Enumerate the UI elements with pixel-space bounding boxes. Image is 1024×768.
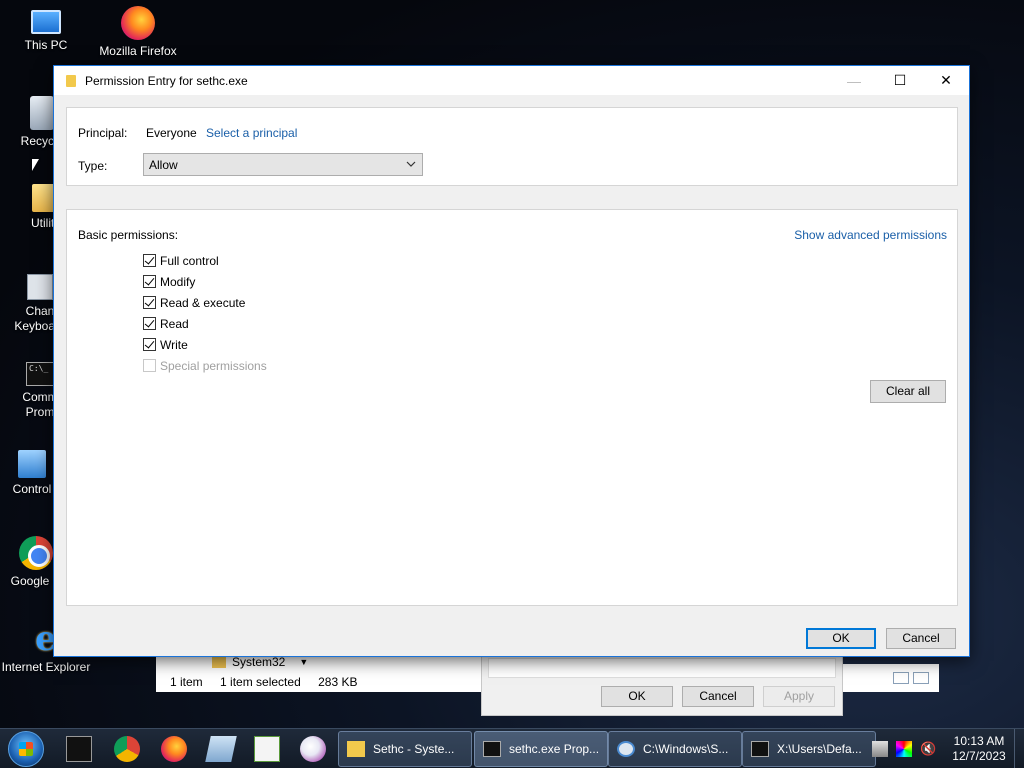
permission-label: Full control bbox=[160, 253, 219, 268]
clock-date: 12/7/2023 bbox=[952, 749, 1006, 763]
permission-label: Modify bbox=[160, 274, 196, 289]
taskbar-task-cmd[interactable]: X:\Users\Defa... bbox=[742, 731, 876, 767]
checkbox bbox=[143, 359, 156, 372]
status-selected: 1 item selected bbox=[220, 675, 301, 689]
settings-icon bbox=[27, 274, 53, 300]
taskbar-spreadsheet-icon[interactable] bbox=[254, 736, 280, 762]
background-ok-button[interactable]: OK bbox=[601, 686, 673, 707]
large-icons-view-icon[interactable] bbox=[913, 672, 929, 684]
clock[interactable]: 10:13 AM 12/7/2023 bbox=[944, 734, 1014, 764]
properties-field bbox=[488, 658, 836, 678]
permissions-list: Full control Modify Read & execute Read … bbox=[143, 250, 267, 376]
details-view-icon[interactable] bbox=[893, 672, 909, 684]
type-label: Type: bbox=[78, 159, 108, 173]
status-item-count: 1 item bbox=[170, 675, 203, 689]
checkbox[interactable] bbox=[143, 254, 156, 267]
permission-write[interactable]: Write bbox=[143, 334, 267, 355]
clear-all-button[interactable]: Clear all bbox=[870, 380, 946, 403]
desktop-icon-label: Mozilla Firefox bbox=[99, 44, 177, 58]
system-tray: 🔇 10:13 AM 12/7/2023 bbox=[872, 729, 1024, 768]
chrome-icon bbox=[19, 536, 53, 570]
permission-read[interactable]: Read bbox=[143, 313, 267, 334]
checkbox[interactable] bbox=[143, 338, 156, 351]
permission-full-control[interactable]: Full control bbox=[143, 250, 267, 271]
task-label: C:\Windows\S... bbox=[643, 742, 729, 756]
recycle-bin-icon bbox=[30, 96, 54, 130]
task-label: Sethc - Syste... bbox=[373, 742, 455, 756]
permission-read-execute[interactable]: Read & execute bbox=[143, 292, 267, 313]
type-dropdown[interactable]: Allow bbox=[143, 153, 423, 176]
permission-entry-dialog[interactable]: Permission Entry for sethc.exe — ☐ ✕ Pri… bbox=[53, 65, 970, 657]
computer-icon bbox=[31, 10, 61, 34]
title-bar[interactable]: Permission Entry for sethc.exe — ☐ ✕ bbox=[54, 66, 969, 95]
ok-button[interactable]: OK bbox=[806, 628, 876, 649]
permission-label: Write bbox=[160, 337, 188, 352]
desktop-icon-label: Internet Explorer bbox=[1, 660, 91, 674]
taskbar: Sethc - Syste... sethc.exe Prop... C:\Wi… bbox=[0, 728, 1024, 768]
desktop-icon-this-pc[interactable]: This PC bbox=[0, 6, 92, 53]
task-label: sethc.exe Prop... bbox=[509, 742, 600, 756]
display-icon[interactable] bbox=[896, 741, 912, 757]
window-controls: — ☐ ✕ bbox=[831, 66, 969, 95]
checkbox[interactable] bbox=[143, 317, 156, 330]
permissions-section: Basic permissions: Show advanced permiss… bbox=[66, 209, 958, 606]
status-size: 283 KB bbox=[318, 675, 358, 689]
taskbar-paint-icon[interactable] bbox=[300, 736, 326, 762]
firefox-icon bbox=[121, 6, 155, 40]
settings-icon bbox=[617, 741, 635, 757]
maximize-button[interactable]: ☐ bbox=[877, 66, 923, 95]
clock-time: 10:13 AM bbox=[953, 734, 1005, 748]
start-button[interactable] bbox=[8, 731, 44, 767]
permission-special: Special permissions bbox=[143, 355, 267, 376]
permission-modify[interactable]: Modify bbox=[143, 271, 267, 292]
taskbar-firefox-icon[interactable] bbox=[161, 736, 187, 762]
network-icon[interactable] bbox=[872, 741, 888, 757]
taskbar-task-explorer[interactable]: Sethc - Syste... bbox=[338, 731, 472, 767]
taskbar-task-properties[interactable]: sethc.exe Prop... bbox=[474, 731, 608, 767]
background-properties-window[interactable]: OK Cancel Apply bbox=[481, 655, 843, 716]
command-prompt-icon bbox=[751, 741, 769, 757]
folder-icon bbox=[347, 741, 365, 757]
command-prompt-icon bbox=[483, 741, 501, 757]
status-bar: 1 item 1 item selected 283 KB bbox=[170, 675, 371, 689]
taskbar-notepad-icon[interactable] bbox=[205, 736, 237, 762]
folder-icon bbox=[212, 656, 226, 668]
principal-value: Everyone bbox=[146, 126, 197, 140]
permission-label: Read & execute bbox=[160, 295, 246, 310]
volume-muted-icon[interactable]: 🔇 bbox=[920, 741, 936, 757]
minimize-button[interactable]: — bbox=[831, 66, 877, 95]
show-desktop-button[interactable] bbox=[1014, 729, 1024, 768]
show-advanced-permissions-link[interactable]: Show advanced permissions bbox=[794, 228, 947, 242]
taskbar-task-windows[interactable]: C:\Windows\S... bbox=[608, 731, 742, 767]
permission-label: Special permissions bbox=[160, 358, 267, 373]
basic-permissions-label: Basic permissions: bbox=[78, 228, 179, 242]
taskbar-command-prompt-icon[interactable] bbox=[66, 736, 92, 762]
command-prompt-icon: C:\_ bbox=[26, 362, 54, 386]
background-apply-button[interactable]: Apply bbox=[763, 686, 835, 707]
type-value: Allow bbox=[149, 157, 178, 172]
permission-label: Read bbox=[160, 316, 189, 331]
mouse-cursor-icon bbox=[32, 159, 39, 171]
desktop-icon-label: This PC bbox=[24, 38, 68, 52]
folder-icon bbox=[66, 74, 76, 87]
checkbox[interactable] bbox=[143, 275, 156, 288]
view-toggle bbox=[893, 672, 929, 684]
cancel-button[interactable]: Cancel bbox=[886, 628, 956, 649]
dialog-title: Permission Entry for sethc.exe bbox=[85, 73, 248, 88]
background-cancel-button[interactable]: Cancel bbox=[682, 686, 754, 707]
principal-label: Principal: bbox=[78, 126, 128, 140]
checkbox[interactable] bbox=[143, 296, 156, 309]
task-label: X:\Users\Defa... bbox=[777, 742, 862, 756]
close-button[interactable]: ✕ bbox=[923, 66, 969, 95]
taskbar-chrome-icon[interactable] bbox=[114, 736, 140, 762]
desktop-icon-firefox[interactable]: Mozilla Firefox bbox=[92, 6, 184, 59]
background-explorer-window[interactable]: System32 ▼ 1 item 1 item selected 283 KB bbox=[156, 652, 486, 692]
principal-section: Principal: Everyone Select a principal T… bbox=[66, 107, 958, 186]
chevron-down-icon bbox=[406, 161, 416, 167]
control-panel-icon bbox=[18, 450, 46, 478]
select-principal-link[interactable]: Select a principal bbox=[206, 126, 297, 140]
